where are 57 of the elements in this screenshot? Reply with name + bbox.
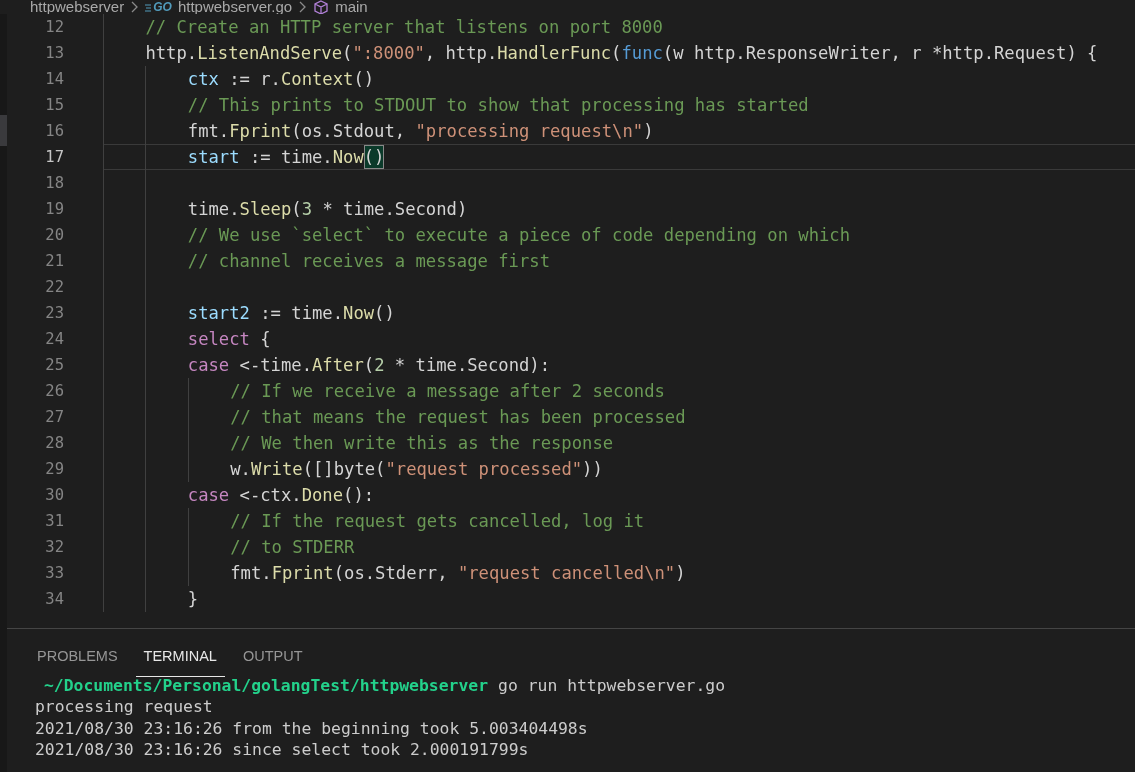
code-line: // This prints to STDOUT to show that processing has started: [187, 94, 809, 117]
code-line: // Create an HTTP server that listens on port 8000: [145, 16, 663, 39]
code-line: w.Write([]byte("request processed")): [230, 458, 603, 481]
code-line: // channel receives a message first: [187, 250, 550, 273]
code-line: select {: [187, 328, 271, 351]
code-line: case <-ctx.Done():: [187, 484, 375, 507]
line-number: 22: [44, 278, 64, 296]
line-number: 13: [44, 44, 64, 62]
line-number: 15: [44, 96, 64, 114]
cube-icon: [313, 0, 330, 14]
code-line: // We then write this as the response: [230, 432, 614, 455]
line-number: 26: [44, 382, 64, 400]
code-line: // If the request gets cancelled, log it: [230, 510, 645, 533]
line-number: 12: [44, 18, 64, 36]
panel-tab[interactable]: PROBLEMS: [29, 642, 126, 677]
line-number: 21: [44, 252, 64, 270]
terminal-command: go run httpwebserver.go: [498, 675, 726, 697]
line-number: 28: [44, 434, 64, 452]
terminal-output: 2021/08/30 23:16:26 since select took 2.000191799s: [35, 738, 529, 761]
line-number: 29: [44, 460, 64, 478]
terminal-output: 2021/08/30 23:16:26 from the beginning took 5.003404498s: [35, 717, 588, 739]
line-number: 17: [44, 148, 64, 166]
code-line: // to STDERR: [230, 536, 355, 559]
line-number: 18: [44, 174, 64, 192]
terminal-prompt-path: ~/Documents/Personal/golangTest/httpwebserver: [43, 675, 489, 697]
line-number: 16: [44, 122, 64, 140]
code-line: }: [187, 588, 199, 611]
chevron-icon: [298, 1, 308, 13]
line-number: 27: [44, 408, 64, 426]
terminal-output: processing request: [35, 696, 213, 718]
position-marker: [0, 115, 7, 146]
panel-tab[interactable]: TERMINAL: [135, 642, 225, 677]
code-line: time.Sleep(3 * time.Second): [187, 198, 468, 221]
code-line: // that means the request has been processed: [230, 406, 686, 429]
line-number: 14: [44, 70, 64, 88]
code-line: // If we receive a message after 2 seconds: [230, 380, 665, 403]
breadcrumb-item[interactable]: main: [335, 0, 368, 14]
code-line: start2 := time.Now(): [187, 302, 395, 325]
line-number: 34: [44, 590, 64, 608]
panel-tab[interactable]: OUTPUT: [234, 642, 311, 677]
line-number: 23: [44, 304, 64, 322]
code-line: ctx := r.Context(): [187, 68, 375, 91]
code-line: http.ListenAndServe(":8000", http.HandlerFunc(func(w http.ResponseWriter, r *http.Request) {: [145, 42, 1098, 65]
line-number: 20: [44, 226, 64, 244]
chevron-icon: [130, 1, 140, 13]
line-number: 19: [44, 200, 64, 218]
code-line: case <-time.After(2 * time.Second):: [187, 354, 551, 377]
code-line: start := time.Now(): [187, 145, 385, 169]
line-number: 24: [44, 330, 64, 348]
line-number: 30: [44, 486, 64, 504]
line-number: 33: [44, 564, 64, 582]
line-number: 32: [44, 538, 64, 556]
code-line: // We use `select` to execute a piece of code depending on which: [187, 224, 851, 247]
code-line: fmt.Fprint(os.Stdout, "processing request\n"): [187, 120, 654, 143]
line-number: 31: [44, 512, 64, 530]
code-line: fmt.Fprint(os.Stderr, "request cancelled\n"): [230, 562, 686, 585]
line-number: 25: [44, 356, 64, 374]
